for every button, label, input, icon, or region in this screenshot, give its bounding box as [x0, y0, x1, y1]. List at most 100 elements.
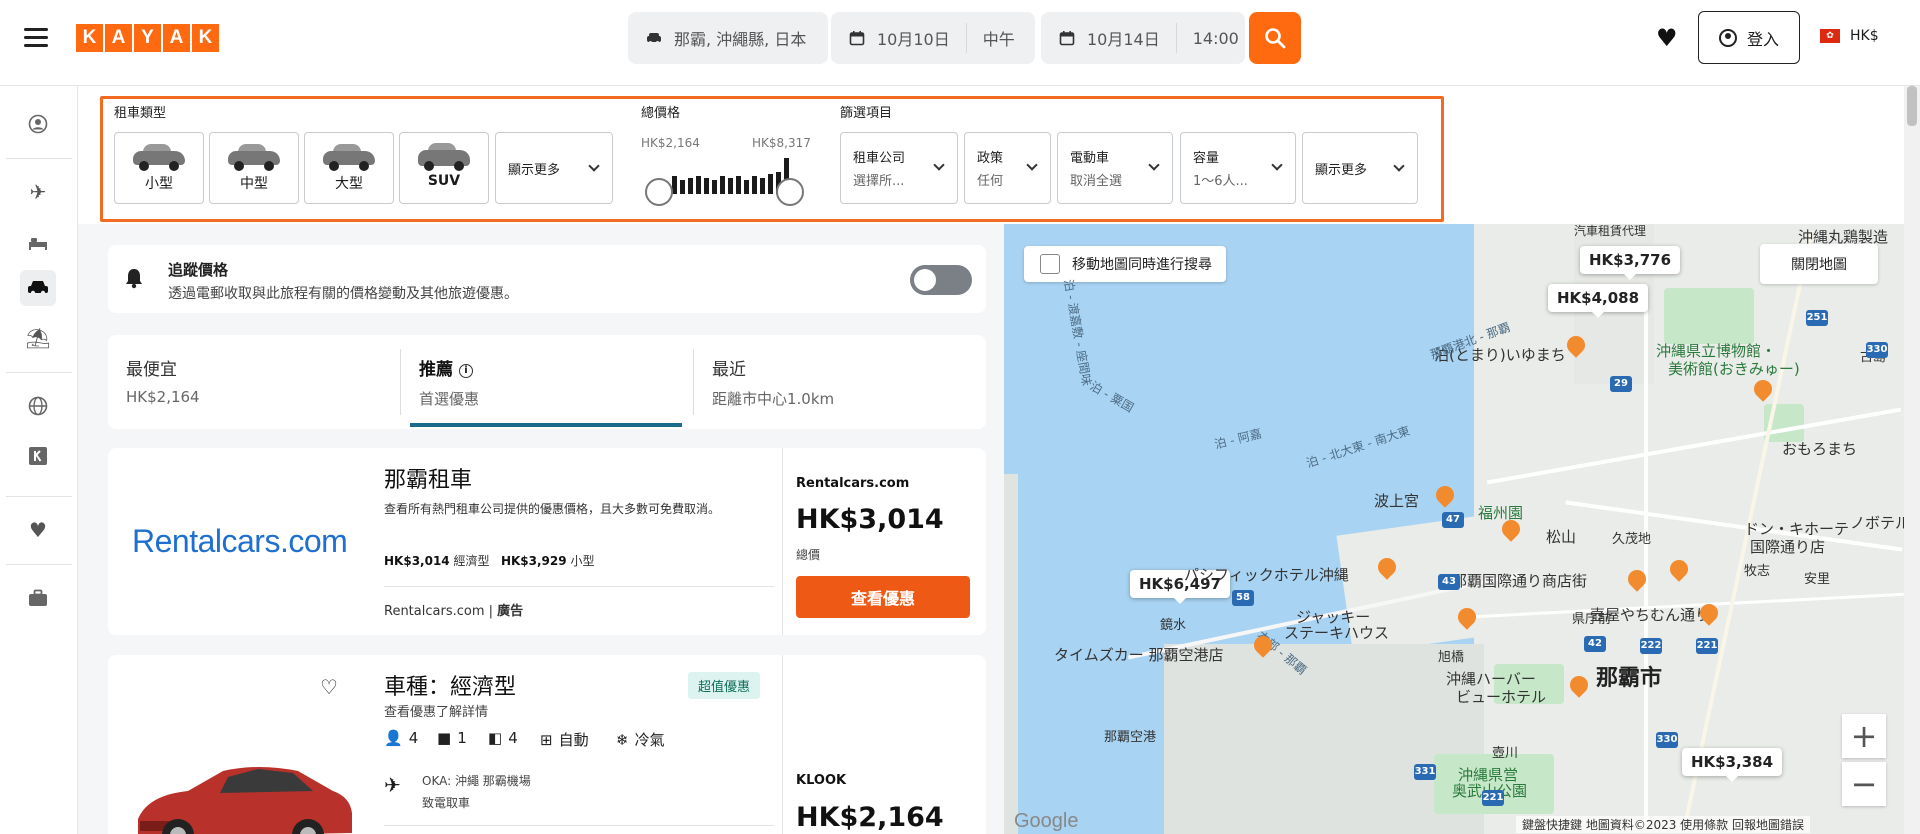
price-slider-min-handle[interactable] [645, 178, 673, 206]
provider-name: Rentalcars.com [796, 476, 910, 491]
car-icon[interactable] [20, 270, 56, 306]
view-deal-button[interactable]: 查看優惠 [796, 576, 970, 618]
car-type-large[interactable]: 大型 [304, 132, 394, 204]
dropoff-date-field[interactable]: 10月14日 14:00 [1041, 12, 1245, 64]
map-attribution[interactable]: 鍵盤快捷鍵 地圖資料©2023 使用條款 回報地圖錯誤 [1516, 816, 1810, 833]
histogram-bar [728, 178, 733, 194]
result-card-car[interactable]: ♡ 車種：經濟型 查看優惠了解詳情 超值優惠 👤 4 ■ 1 ◧ 4 ⊞ 自動 … [108, 655, 986, 834]
menu-icon[interactable] [24, 28, 48, 48]
medium-car-icon [226, 143, 282, 171]
result-description: 查看所有熱門租車公司提供的優惠價格，且大多數可免費取消。 [384, 502, 721, 516]
price-slider-max-handle[interactable] [776, 178, 804, 206]
feature-transmission: ⊞ 自動 [540, 729, 589, 750]
dropdown-value: 1～6人... [1193, 174, 1248, 189]
divider [1175, 23, 1177, 53]
pickup-date-field[interactable]: 10月10日 中午 [831, 12, 1035, 64]
rental-company-dropdown[interactable]: 租車公司 選擇所... [840, 132, 958, 204]
login-button[interactable]: 登入 [1698, 11, 1800, 64]
results-map[interactable]: 移動地圖同時進行搜尋 關閉地圖 HK$3,776 HK$4,088 HK$6,4… [1004, 224, 1904, 834]
location-field[interactable]: 那霸, 沖繩縣, 日本 [628, 12, 828, 64]
price-max: HK$8,317 [752, 136, 811, 150]
car-type-suv[interactable]: SUV [399, 132, 489, 204]
car-type-show-more-button[interactable]: 顯示更多 [495, 132, 613, 204]
search-on-map-move-checkbox[interactable]: 移動地圖同時進行搜尋 [1024, 246, 1226, 282]
flight-icon[interactable]: ✈ [20, 174, 56, 210]
map-label: 那覇空港 [1104, 730, 1157, 745]
zoom-out-button[interactable]: − [1842, 762, 1886, 806]
user-icon[interactable] [20, 106, 56, 142]
histogram-bar [688, 178, 693, 194]
favorites-heart-icon[interactable]: ♥ [1656, 24, 1678, 52]
search-button[interactable] [1249, 12, 1301, 64]
histogram-bar [712, 180, 717, 194]
car-type-label: 大型 [335, 176, 363, 192]
page-scrollbar[interactable] [1904, 86, 1920, 834]
map-label: ステーキハウス [1284, 624, 1390, 642]
divider [6, 158, 72, 159]
divider [6, 564, 72, 565]
close-map-button[interactable]: 關閉地圖 [1760, 244, 1878, 284]
pickup-method: 致電取車 [422, 796, 471, 810]
car-type-medium[interactable]: 中型 [209, 132, 299, 204]
info-icon[interactable]: i [459, 364, 473, 378]
save-heart-icon[interactable]: ♡ [320, 675, 338, 699]
price-alert-toggle[interactable] [910, 265, 972, 295]
price-alert-card: 追蹤價格 透過電郵收取與此旅程有關的價格變動及其他旅遊優惠。 [108, 245, 986, 313]
checkbox[interactable] [1040, 254, 1060, 274]
pickup-time[interactable]: 中午 [983, 26, 1015, 50]
result-title: 那霸租車 [384, 468, 473, 493]
map-label: 波上宮 [1374, 492, 1420, 510]
map-label: 安里 [1804, 572, 1831, 587]
filter-show-more-button[interactable]: 顯示更多 [1302, 132, 1418, 204]
dropoff-time[interactable]: 14:00 [1193, 29, 1239, 48]
capacity-dropdown[interactable]: 容量 1～6人... [1180, 132, 1296, 204]
show-more-label: 顯示更多 [1315, 162, 1368, 178]
car-type-small[interactable]: 小型 [114, 132, 204, 204]
sea-route-label: 泊 - 北大東 - 南大東 [1304, 423, 1412, 471]
car-type-label: 中型 [240, 176, 268, 192]
policy-dropdown[interactable]: 政策 任何 [964, 132, 1051, 204]
divider [965, 23, 967, 53]
login-label: 登入 [1746, 29, 1779, 49]
pickup-location: OKA: 沖繩 那霸機場 [422, 774, 531, 788]
road-shield: 251 [1806, 310, 1828, 326]
beach-icon[interactable]: ⛱ [20, 320, 56, 356]
car-icon [647, 33, 661, 44]
tab-cheapest[interactable]: 最便宜 HK$2,164 [108, 335, 400, 429]
map-label: 久茂地 [1612, 532, 1652, 547]
calendar-icon [1059, 31, 1075, 46]
histogram-bar [760, 178, 765, 194]
currency-selector[interactable]: ✿ HK$ [1820, 28, 1879, 44]
filter-label: 篩選項目 [840, 106, 893, 121]
road-shield: 47 [1442, 512, 1464, 528]
map-poi-icon[interactable] [1432, 482, 1458, 508]
scrollbar-thumb[interactable] [1907, 86, 1917, 126]
rentalcars-logo: Rentalcars.com [132, 523, 348, 559]
result-title: 車種：經濟型 [384, 675, 517, 700]
logo-letter: Y [134, 24, 161, 52]
kayak-logo[interactable]: K A Y A K [76, 24, 219, 52]
divider [782, 655, 783, 834]
road-shield: 330 [1866, 342, 1888, 358]
heart-icon[interactable]: ♥ [20, 512, 56, 548]
kayak-k-icon[interactable] [20, 438, 56, 474]
dropdown-title: 租車公司 [853, 151, 906, 166]
result-card-ad[interactable]: Rentalcars.com 那霸租車 查看所有熱門租車公司提供的優惠價格，且大… [108, 448, 986, 635]
tab-recommended[interactable]: 推薦 i 首選優惠 [401, 335, 693, 429]
feature-value: 4 [508, 729, 518, 747]
map-price-pin[interactable]: HK$3,384 [1682, 748, 1783, 782]
tab-title: 最便宜 [126, 360, 177, 380]
tab-nearest[interactable]: 最近 距離市中心1.0km [694, 335, 986, 429]
globe-icon[interactable] [20, 388, 56, 424]
hotel-icon[interactable] [20, 224, 56, 260]
briefcase-icon[interactable] [20, 580, 56, 616]
bell-icon [124, 267, 144, 294]
price-min: HK$2,164 [641, 136, 700, 150]
map-price-pin[interactable]: HK$3,776 [1580, 246, 1681, 280]
electric-car-dropdown[interactable]: 電動車 取消全選 [1057, 132, 1173, 204]
alert-title: 追蹤價格 [168, 261, 229, 279]
zoom-in-button[interactable]: + [1842, 714, 1886, 758]
map-price-pin[interactable]: HK$4,088 [1548, 284, 1649, 318]
provider-name: KLOOK [796, 773, 847, 788]
map-label: 那覇国際通り商店街 [1452, 572, 1588, 590]
